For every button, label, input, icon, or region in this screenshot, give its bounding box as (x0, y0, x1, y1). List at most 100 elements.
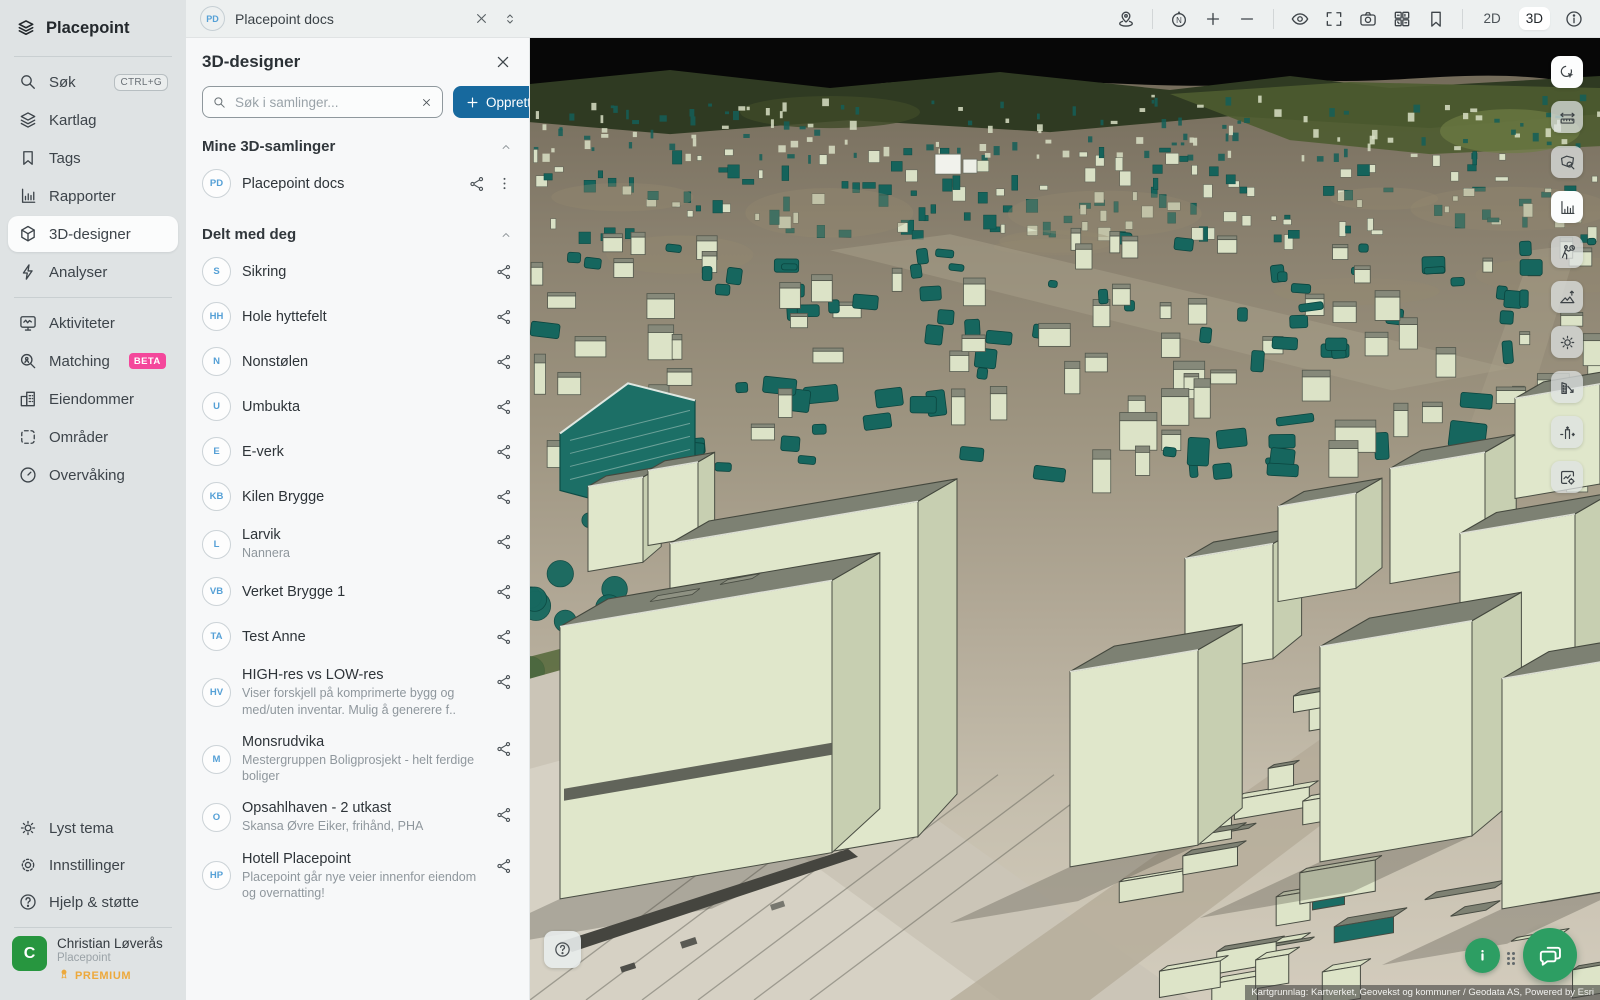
create-new-button[interactable]: Opprett ny (453, 86, 530, 118)
share-icon[interactable] (495, 488, 513, 506)
collection-item-subtitle: Skansa Øvre Eiker, frihånd, PHA (242, 818, 484, 834)
map-viewport[interactable]: Kartgrunnlag: Kartverket, Geovekst og ko… (530, 38, 1600, 1000)
camera-button[interactable] (1358, 9, 1378, 29)
collection-item[interactable]: UUmbukta (202, 384, 513, 429)
mode-2d-button[interactable]: 2D (1479, 8, 1504, 29)
close-panel-icon[interactable] (493, 52, 513, 72)
collection-item[interactable]: KBKilen Brygge (202, 474, 513, 519)
collection-item-title: Sikring (242, 264, 484, 280)
section-header[interactable]: Delt med deg (202, 226, 513, 243)
bar-chart-tool-button[interactable] (1551, 191, 1583, 223)
info-icon[interactable] (1564, 9, 1584, 29)
collection-item[interactable]: EE-verk (202, 429, 513, 474)
sidebar-item-innstillinger[interactable]: Innstillinger (8, 847, 178, 883)
collection-item[interactable]: NNonstølen (202, 339, 513, 384)
zoom-in-button[interactable] (1203, 9, 1223, 29)
collection-item-avatar: E (202, 437, 231, 466)
analysis-settings-tool-button[interactable] (1551, 461, 1583, 493)
walk-time-tool-button[interactable] (1551, 236, 1583, 268)
sidebar-item-rapporter[interactable]: Rapporter (8, 178, 178, 214)
sidebar-item-eiendommer[interactable]: Eiendommer (8, 381, 178, 417)
share-icon[interactable] (495, 628, 513, 646)
section-header[interactable]: Mine 3D-samlinger (202, 138, 513, 155)
mode-3d-button[interactable]: 3D (1519, 7, 1550, 30)
sidebar-item-matching[interactable]: MatchingBETA (8, 343, 178, 379)
measure-width-tool-button[interactable] (1551, 101, 1583, 133)
share-icon[interactable] (495, 398, 513, 416)
area-inspect-tool-button[interactable] (1551, 146, 1583, 178)
fullscreen-button[interactable] (1324, 9, 1344, 29)
collapse-section-icon[interactable] (499, 228, 513, 242)
select-circle-cursor-tool-button[interactable] (1551, 56, 1583, 88)
sidebar-item-aktiviteter[interactable]: Aktiviteter (8, 305, 178, 341)
3d-designer-panel: 3D-designer Opprett ny Mine 3D-samlinger… (186, 38, 530, 1000)
share-icon[interactable] (495, 583, 513, 601)
sidebar-item-sok[interactable]: SøkCTRL+G (8, 64, 178, 100)
collection-item[interactable]: OOpsahlhaven - 2 utkastSkansa Øvre Eiker… (202, 792, 513, 842)
share-icon[interactable] (495, 533, 513, 551)
share-icon[interactable] (495, 353, 513, 371)
sidebar-item-tags[interactable]: Tags (8, 140, 178, 176)
sidebar-item-label: Analyser (49, 264, 107, 281)
close-tab-icon[interactable] (473, 10, 490, 27)
share-icon[interactable] (495, 673, 513, 691)
collection-item[interactable]: VBVerket Brygge 1 (202, 569, 513, 614)
collection-item-avatar: HH (202, 302, 231, 331)
clear-search-icon[interactable] (420, 96, 433, 109)
collection-item[interactable]: PDPlacepoint docs (202, 161, 513, 206)
collection-tab[interactable]: PD Placepoint docs (200, 6, 473, 31)
app-root: Placepoint SøkCTRL+GKartlagTagsRapporter… (0, 0, 1600, 1000)
sidebar-item-lyst-tema[interactable]: Lyst tema (8, 810, 178, 846)
collection-item[interactable]: HVHIGH-res vs LOW-resViser forskjell på … (202, 659, 513, 726)
share-icon[interactable] (495, 806, 513, 824)
chevrons-updown-icon[interactable] (502, 11, 518, 27)
sidebar-item-3d-designer[interactable]: 3D-designer (8, 216, 178, 252)
building-section-tool-button[interactable] (1551, 371, 1583, 403)
spacer (0, 494, 186, 809)
app-logo[interactable]: Placepoint (0, 14, 186, 50)
sidebar: Placepoint SøkCTRL+GKartlagTagsRapporter… (0, 0, 186, 1000)
collection-item[interactable]: SSikring (202, 249, 513, 294)
bookmark-button[interactable] (1426, 9, 1446, 29)
user-meta: Christian Løverås Placepoint PREMIUM (57, 936, 163, 984)
collection-item[interactable]: HHHole hyttefelt (202, 294, 513, 339)
share-icon[interactable] (468, 175, 486, 193)
sidebar-item-omrader[interactable]: Områder (8, 419, 178, 455)
collapse-section-icon[interactable] (499, 140, 513, 154)
sidebar-item-kartlag[interactable]: Kartlag (8, 102, 178, 138)
share-icon[interactable] (495, 857, 513, 875)
sidebar-item-label: Innstillinger (49, 857, 125, 874)
terrain-height-tool-button[interactable] (1551, 281, 1583, 313)
widgets-button[interactable] (1392, 9, 1412, 29)
collection-item[interactable]: TATest Anne (202, 614, 513, 659)
collection-item[interactable]: LLarvikNannera (202, 519, 513, 569)
sun-shadow-tool-button[interactable] (1551, 326, 1583, 358)
layers-icon (18, 110, 38, 130)
share-icon[interactable] (495, 308, 513, 326)
search-input[interactable] (233, 94, 414, 111)
help-button[interactable] (544, 931, 581, 968)
topbar: PD Placepoint docs N 2D 3D (186, 0, 1600, 38)
building-extrude-tool-button[interactable] (1551, 416, 1583, 448)
drag-handle[interactable] (1507, 952, 1517, 967)
info-fab-button[interactable] (1465, 938, 1500, 973)
kebab-menu-icon[interactable] (496, 175, 513, 192)
sidebar-item-analyser[interactable]: Analyser (8, 254, 178, 290)
chat-button[interactable] (1523, 928, 1577, 982)
collection-item[interactable]: HPHotell PlacepointPlacepoint går nye ve… (202, 843, 513, 910)
locate-button[interactable] (1116, 9, 1136, 29)
collection-item-avatar: VB (202, 577, 231, 606)
share-icon[interactable] (495, 740, 513, 758)
map-3d-view[interactable] (530, 38, 1600, 1000)
share-icon[interactable] (495, 263, 513, 281)
collection-search[interactable] (202, 86, 443, 118)
compass-north-button[interactable]: N (1169, 9, 1189, 29)
zoom-out-button[interactable] (1237, 9, 1257, 29)
user-profile[interactable]: C Christian Løverås Placepoint PREMIUM (0, 934, 186, 1000)
divider (1273, 9, 1274, 29)
share-icon[interactable] (495, 443, 513, 461)
visibility-eye-button[interactable] (1290, 9, 1310, 29)
collection-item[interactable]: MMonsrudvikaMestergruppen Boligprosjekt … (202, 726, 513, 793)
sidebar-item-hjelp-stotte[interactable]: Hjelp & støtte (8, 884, 178, 920)
sidebar-item-overvaking[interactable]: Overvåking (8, 457, 178, 493)
